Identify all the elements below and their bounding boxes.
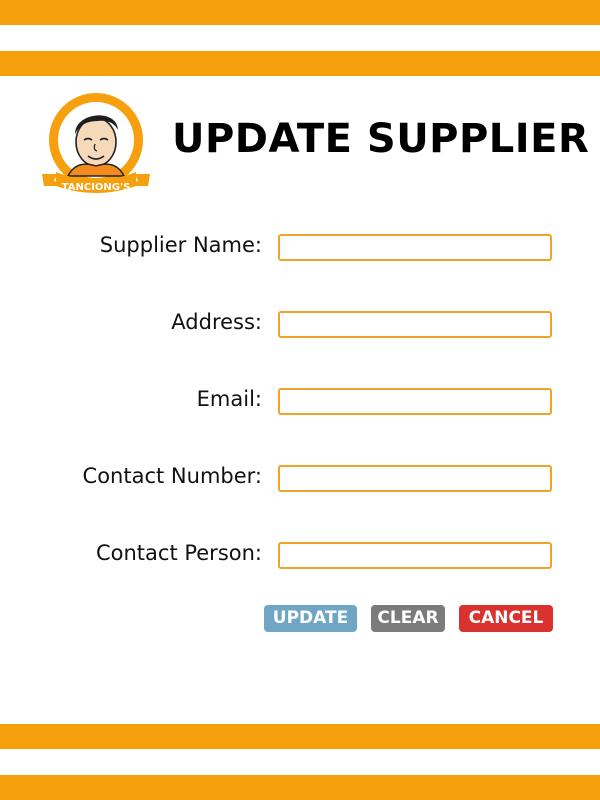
- supplier-name-label: Supplier Name:: [99, 233, 262, 257]
- address-label: Address:: [171, 310, 262, 334]
- cancel-button[interactable]: CANCEL: [459, 605, 553, 632]
- supplier-name-input[interactable]: [278, 234, 552, 261]
- page-title: UPDATE SUPPLIER: [172, 116, 590, 162]
- address-input[interactable]: [278, 311, 552, 338]
- bottom-stripe-2: [0, 775, 600, 800]
- contact-number-label: Contact Number:: [82, 464, 262, 488]
- contact-person-input[interactable]: [278, 542, 552, 569]
- email-label: Email:: [196, 387, 262, 411]
- contact-number-input[interactable]: [278, 465, 552, 492]
- top-stripe-1: [0, 0, 600, 25]
- email-input[interactable]: [278, 388, 552, 415]
- logo-text: TANCIONG'S: [62, 182, 131, 193]
- bottom-stripe-1: [0, 724, 600, 749]
- update-button[interactable]: UPDATE: [264, 605, 357, 632]
- clear-button[interactable]: CLEAR: [371, 605, 445, 632]
- contact-person-label: Contact Person:: [95, 541, 262, 565]
- top-stripe-2: [0, 51, 600, 76]
- tanciong-logo-icon: TANCIONG'S: [38, 90, 154, 198]
- update-supplier-window: TANCIONG'S UPDATE SUPPLIER Supplier Name…: [0, 0, 600, 800]
